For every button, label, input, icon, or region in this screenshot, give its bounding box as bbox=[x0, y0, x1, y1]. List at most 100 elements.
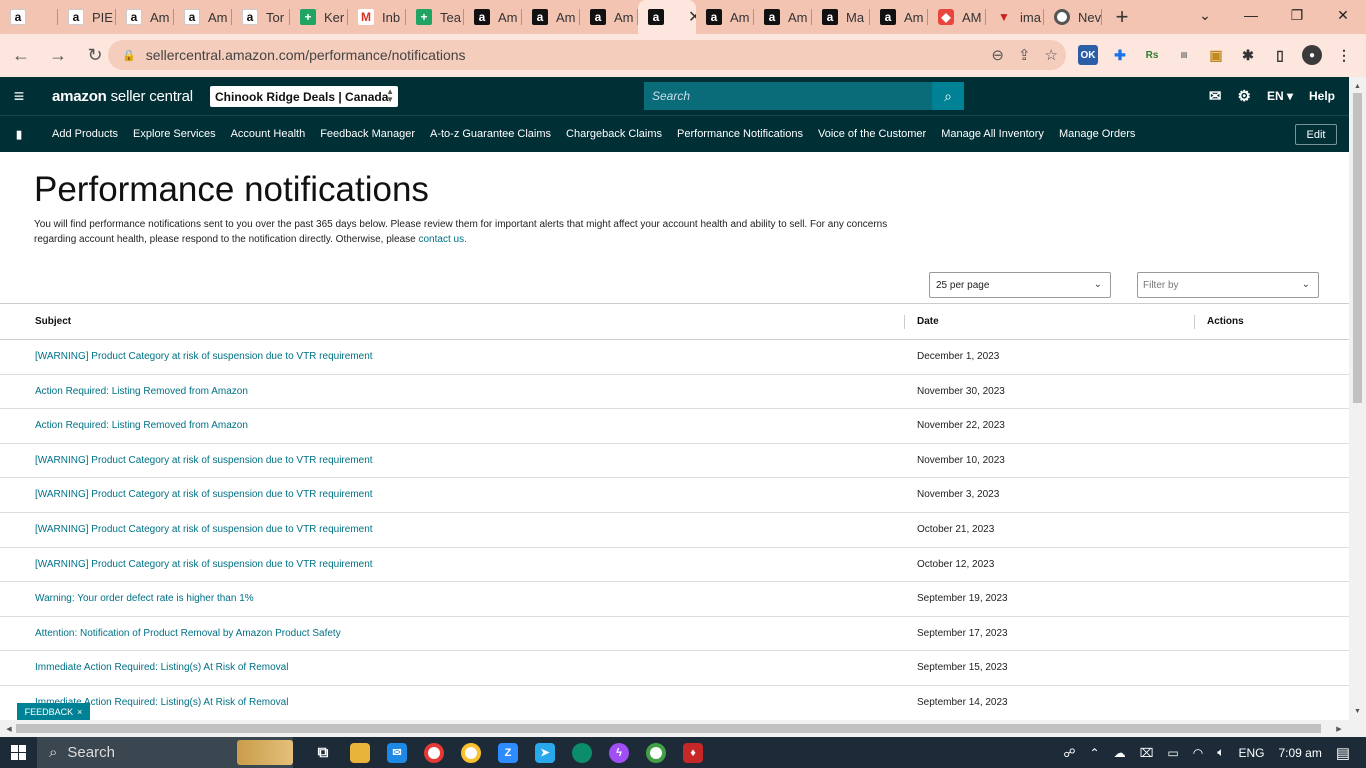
minimize-button[interactable]: — bbox=[1228, 0, 1274, 30]
browser-tab[interactable]: ▼ ima bbox=[986, 0, 1044, 34]
mail-icon[interactable]: ✉ bbox=[387, 742, 407, 763]
edit-nav-button[interactable]: Edit bbox=[1295, 124, 1337, 145]
browser-tab[interactable]: a Am bbox=[174, 0, 232, 34]
chrome-profile-icon[interactable] bbox=[461, 742, 481, 763]
file-explorer-icon[interactable] bbox=[350, 742, 370, 763]
language-selector[interactable]: EN ▾ bbox=[1267, 89, 1293, 103]
volume-icon[interactable]: 🔈︎ bbox=[1217, 745, 1224, 760]
horizontal-scrollbar[interactable]: ◀ ▶ bbox=[0, 720, 1366, 737]
nav-link[interactable]: Explore Services bbox=[133, 128, 216, 140]
scrollbar-thumb[interactable] bbox=[16, 724, 1321, 733]
wifi-icon[interactable]: ◠ bbox=[1193, 746, 1203, 760]
browser-tab[interactable]: a Ma bbox=[812, 0, 870, 34]
extension-globe-icon[interactable]: ✚ bbox=[1110, 45, 1130, 65]
hamburger-menu-icon[interactable]: ≡ bbox=[0, 86, 38, 107]
bookmark-star-icon[interactable]: ☆ bbox=[1045, 46, 1058, 64]
browser-tab[interactable]: a ✕ bbox=[638, 0, 696, 34]
browser-tab[interactable]: a Am bbox=[754, 0, 812, 34]
tab-close-icon[interactable]: ✕ bbox=[688, 7, 696, 27]
nav-link[interactable]: Manage All Inventory bbox=[941, 128, 1044, 140]
tab-search-icon[interactable]: ⌄ bbox=[1182, 0, 1228, 30]
messages-mail-icon[interactable]: ✉ bbox=[1209, 87, 1222, 105]
chevron-up-icon[interactable]: ⌃ bbox=[1090, 746, 1100, 760]
browser-tab[interactable]: a Tor bbox=[232, 0, 290, 34]
scrollbar-thumb[interactable] bbox=[1353, 93, 1362, 403]
scroll-down-arrow-icon[interactable]: ▼ bbox=[1349, 704, 1366, 718]
notification-subject-link[interactable]: [WARNING] Product Category at risk of su… bbox=[35, 524, 373, 535]
notification-subject-link[interactable]: Attention: Notification of Product Remov… bbox=[35, 628, 341, 639]
settings-gear-icon[interactable]: ⚙ bbox=[1238, 87, 1251, 105]
extension-login-icon[interactable]: ▤ bbox=[1174, 45, 1194, 65]
notification-subject-link[interactable]: Action Required: Listing Removed from Am… bbox=[35, 420, 248, 431]
battery-icon[interactable]: ▭ bbox=[1167, 746, 1178, 760]
browser-tab[interactable]: a PIE bbox=[58, 0, 116, 34]
date-column-header[interactable]: Date bbox=[917, 316, 939, 327]
nav-link[interactable]: Add Products bbox=[52, 128, 118, 140]
browser-tab[interactable]: ◆ AM bbox=[928, 0, 986, 34]
profile-avatar[interactable]: ● bbox=[1302, 45, 1322, 65]
browser-tab[interactable]: a Am bbox=[464, 0, 522, 34]
scroll-right-arrow-icon[interactable]: ▶ bbox=[1332, 720, 1346, 737]
app-icon[interactable]: ♦ bbox=[683, 742, 703, 763]
browser-tab[interactable]: a Am bbox=[116, 0, 174, 34]
browser-tab[interactable]: Nev bbox=[1044, 0, 1102, 34]
browser-tab[interactable]: a Am bbox=[696, 0, 754, 34]
start-button[interactable] bbox=[0, 745, 37, 760]
scroll-up-arrow-icon[interactable]: ▲ bbox=[1349, 79, 1366, 93]
browser-tab[interactable]: M Inb bbox=[348, 0, 406, 34]
people-icon[interactable]: ☍ bbox=[1063, 746, 1075, 760]
contact-us-link[interactable]: contact us. bbox=[419, 234, 467, 245]
browser-tab[interactable]: a Am bbox=[870, 0, 928, 34]
filter-select[interactable]: Filter by ⌄ bbox=[1137, 272, 1319, 298]
address-bar[interactable]: 🔒 sellercentral.amazon.com/performance/n… bbox=[108, 40, 1066, 70]
side-panel-icon[interactable]: ▯ bbox=[1270, 45, 1290, 65]
close-window-button[interactable]: ✕ bbox=[1320, 0, 1366, 30]
messenger-icon[interactable]: ϟ bbox=[609, 742, 629, 763]
notification-subject-link[interactable]: Warning: Your order defect rate is highe… bbox=[35, 593, 254, 604]
zoom-app-icon[interactable]: Z bbox=[498, 742, 518, 763]
chrome-icon[interactable] bbox=[424, 742, 444, 763]
notification-subject-link[interactable]: Immediate Action Required: Listing(s) At… bbox=[35, 662, 288, 673]
usb-icon[interactable]: ⌧ bbox=[1140, 746, 1154, 760]
browser-tab[interactable]: + Ker bbox=[290, 0, 348, 34]
new-tab-button[interactable]: + bbox=[1102, 0, 1142, 34]
seller-central-logo[interactable]: amazon seller central bbox=[52, 88, 193, 105]
nav-link[interactable]: Manage Orders bbox=[1059, 128, 1135, 140]
notification-subject-link[interactable]: [WARNING] Product Category at risk of su… bbox=[35, 455, 373, 466]
nav-link[interactable]: Performance Notifications bbox=[677, 128, 803, 140]
cloud-icon[interactable]: ☁ bbox=[1114, 746, 1126, 760]
restore-button[interactable]: ❐ bbox=[1274, 0, 1320, 30]
vertical-scrollbar[interactable]: ▲ ▼ bbox=[1349, 77, 1366, 720]
forward-button[interactable]: → bbox=[42, 40, 74, 72]
browser-tab[interactable]: + Tea bbox=[406, 0, 464, 34]
lock-icon[interactable]: 🔒 bbox=[122, 49, 136, 62]
nav-link[interactable]: Account Health bbox=[231, 128, 306, 140]
browser-tab[interactable]: a Am bbox=[580, 0, 638, 34]
extensions-puzzle-icon[interactable]: ✱ bbox=[1238, 45, 1258, 65]
nav-link[interactable]: Chargeback Claims bbox=[566, 128, 662, 140]
language-indicator[interactable]: ENG bbox=[1238, 746, 1264, 760]
notification-subject-link[interactable]: [WARNING] Product Category at risk of su… bbox=[35, 489, 373, 500]
scroll-left-arrow-icon[interactable]: ◀ bbox=[2, 720, 16, 737]
subject-column-header[interactable]: Subject bbox=[35, 316, 71, 327]
search-button[interactable]: ⌕ bbox=[932, 82, 964, 110]
taskbar-search[interactable]: ⌕ Search bbox=[37, 737, 293, 768]
extension-rs-icon[interactable]: Rs bbox=[1142, 45, 1162, 65]
browser-tab[interactable]: a Am bbox=[522, 0, 580, 34]
bookmark-icon[interactable]: ▮ bbox=[0, 128, 38, 141]
store-selector[interactable]: Chinook Ridge Deals | Canada ▲ ▼ bbox=[210, 86, 398, 107]
share-icon[interactable]: ⇪ bbox=[1018, 46, 1031, 64]
chrome-menu-icon[interactable]: ⋮ bbox=[1334, 45, 1354, 65]
clock[interactable]: 7:09 am bbox=[1278, 746, 1321, 760]
nav-link[interactable]: Voice of the Customer bbox=[818, 128, 926, 140]
chrome-active-icon[interactable] bbox=[646, 742, 666, 763]
extension-ok-icon[interactable]: OK bbox=[1078, 45, 1098, 65]
extension-honey-icon[interactable]: ▣ bbox=[1206, 45, 1226, 65]
feedback-button[interactable]: FEEDBACK × bbox=[17, 703, 90, 720]
notification-subject-link[interactable]: [WARNING] Product Category at risk of su… bbox=[35, 351, 373, 362]
nav-link[interactable]: Feedback Manager bbox=[320, 128, 415, 140]
reload-button[interactable]: ↻ bbox=[79, 40, 111, 72]
help-link[interactable]: Help bbox=[1309, 89, 1335, 103]
close-icon[interactable]: × bbox=[77, 707, 82, 717]
search-input[interactable]: Search bbox=[644, 82, 932, 110]
